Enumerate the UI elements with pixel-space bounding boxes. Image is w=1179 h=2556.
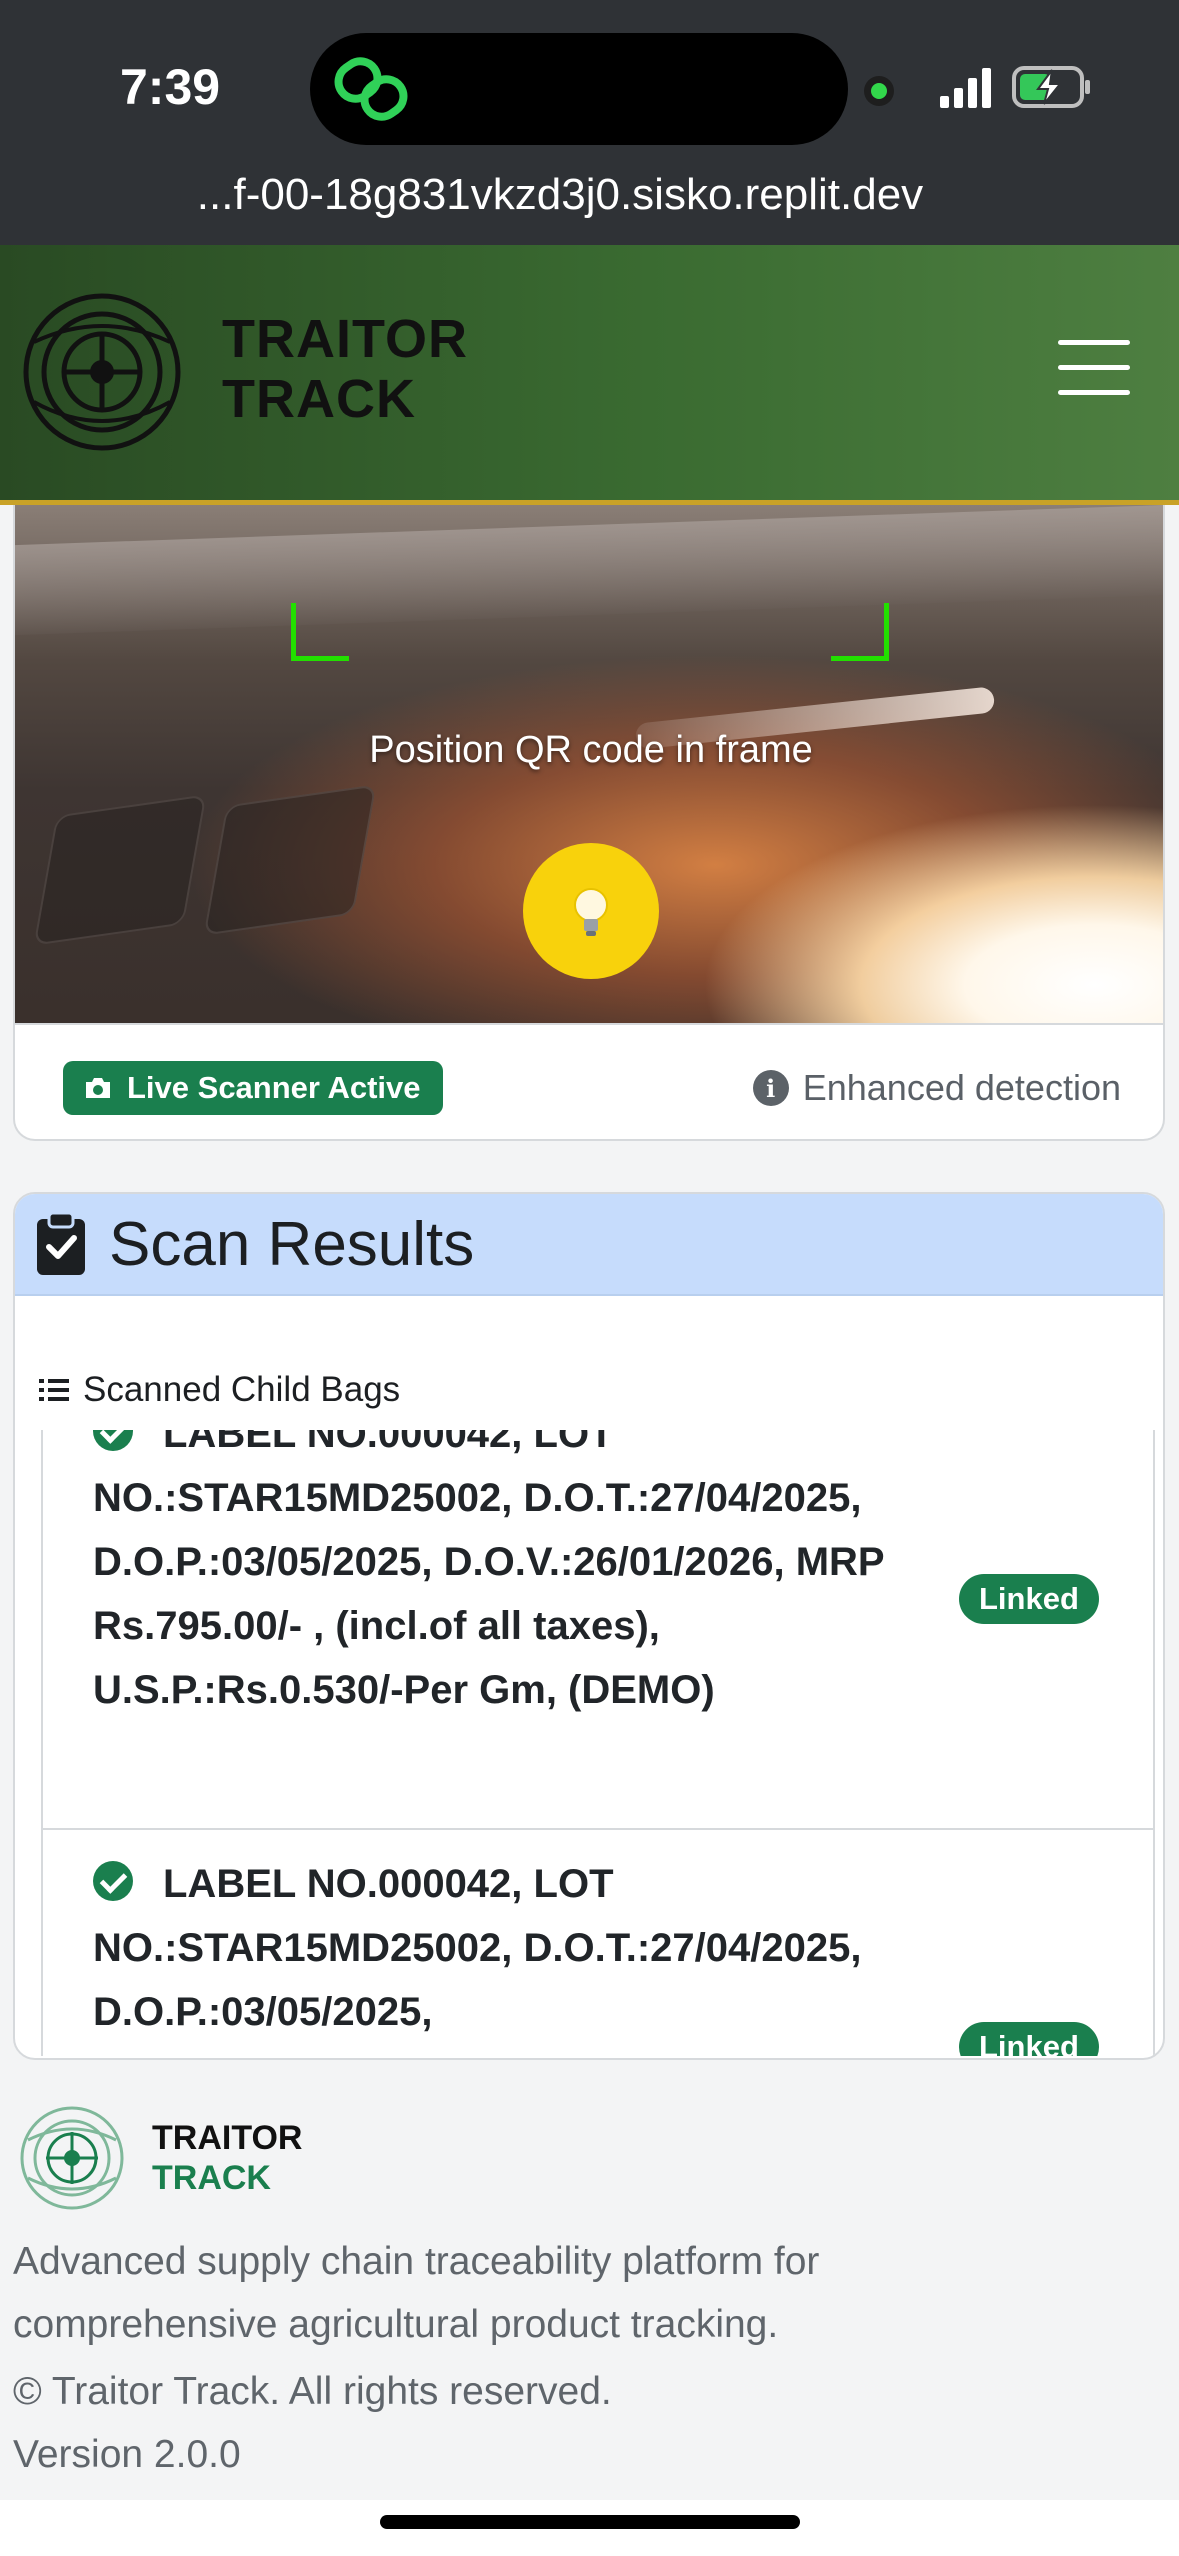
clipboard-check-icon (37, 1211, 85, 1275)
hamburger-menu-icon[interactable] (1058, 340, 1132, 396)
link-icon (334, 57, 408, 121)
camera-in-use-indicator (864, 76, 894, 106)
list-icon (39, 1379, 69, 1401)
bag-label: LABEL NO.000042, LOT NO.:STAR15MD25002, … (93, 1862, 862, 2034)
ios-status-bar: 7:39 ...f-00-18g831vkzd3j0.sisko.replit.… (0, 0, 1179, 245)
scanner-card: Position QR code in frame Live Scanner A… (13, 505, 1165, 1141)
child-bag-list[interactable]: LABEL NO.000042, LOT NO.:STAR15MD25002, … (41, 1430, 1155, 2056)
home-indicator[interactable] (380, 2515, 800, 2529)
footer-copyright: © Traitor Track. All rights reserved. (13, 2370, 612, 2413)
check-circle-icon (93, 1430, 133, 1451)
camera-scene-key (33, 794, 207, 946)
footer-brand: TRAITOR TRACK (152, 2118, 302, 2198)
check-circle-icon (93, 1861, 133, 1901)
browser-url[interactable]: ...f-00-18g831vkzd3j0.sisko.replit.dev (0, 170, 1120, 220)
scan-results-card: Scan Results Scanned Child Bags LABEL NO… (13, 1192, 1165, 2060)
list-item[interactable]: LABEL NO.000042, LOT NO.:STAR15MD25002, … (43, 1830, 1153, 2056)
brand-name[interactable]: TRAITOR TRACK (222, 309, 468, 429)
enhanced-detection: i Enhanced detection (752, 1067, 1121, 1109)
bag-label-text: LABEL NO.000042, LOT NO.:STAR15MD25002, … (93, 1852, 943, 2044)
camera-preview: Position QR code in frame (15, 505, 1163, 1025)
enhanced-detection-label: Enhanced detection (802, 1067, 1121, 1108)
list-item[interactable]: LABEL NO.000042, LOT NO.:STAR15MD25002, … (43, 1430, 1153, 1830)
scanned-child-bags-label: Scanned Child Bags (83, 1370, 401, 1409)
scan-hint-text: Position QR code in frame (369, 729, 813, 771)
footer-brand-line-1: TRAITOR (152, 2119, 303, 2157)
footer-brand-line-2: TRACK (152, 2159, 271, 2197)
battery-charging-icon (1012, 66, 1090, 108)
scan-frame-corner-top-right (831, 603, 889, 661)
live-scanner-label: Live Scanner Active (127, 1070, 421, 1105)
footer-logo (20, 2106, 124, 2210)
camera-scene-key (203, 784, 377, 936)
status-time: 7:39 (120, 59, 221, 115)
dynamic-island (310, 33, 848, 145)
camera-icon (86, 1078, 110, 1098)
cellular-signal-icon (940, 68, 991, 108)
brand-line-2: TRACK (222, 369, 416, 429)
linked-status-badge: Linked (959, 2022, 1099, 2056)
footer-version: Version 2.0.0 (13, 2433, 241, 2476)
live-scanner-badge: Live Scanner Active (63, 1061, 443, 1115)
scan-results-title: Scan Results (109, 1209, 475, 1279)
camera-scene-edge (15, 505, 1163, 636)
torch-toggle-button[interactable] (523, 843, 659, 979)
scanner-status-bar: Live Scanner Active i Enhanced detection (15, 1025, 1163, 1139)
footer-description: Advanced supply chain traceability platf… (13, 2240, 820, 2346)
bag-label: LABEL NO.000042, LOT NO.:STAR15MD25002, … (93, 1430, 884, 1712)
linked-status-badge: Linked (959, 1574, 1099, 1624)
scanned-child-bags-heading: Scanned Child Bags (39, 1370, 400, 1410)
scan-frame-corner-top-left (291, 603, 349, 661)
traitor-track-logo[interactable] (20, 290, 184, 454)
scan-results-header: Scan Results (15, 1194, 1163, 1296)
info-icon: i (752, 1070, 789, 1106)
bag-label-text: LABEL NO.000042, LOT NO.:STAR15MD25002, … (93, 1430, 943, 1722)
brand-line-1: TRAITOR (222, 309, 468, 369)
app-navbar: TRAITOR TRACK (0, 245, 1179, 505)
lightbulb-icon (574, 888, 608, 936)
